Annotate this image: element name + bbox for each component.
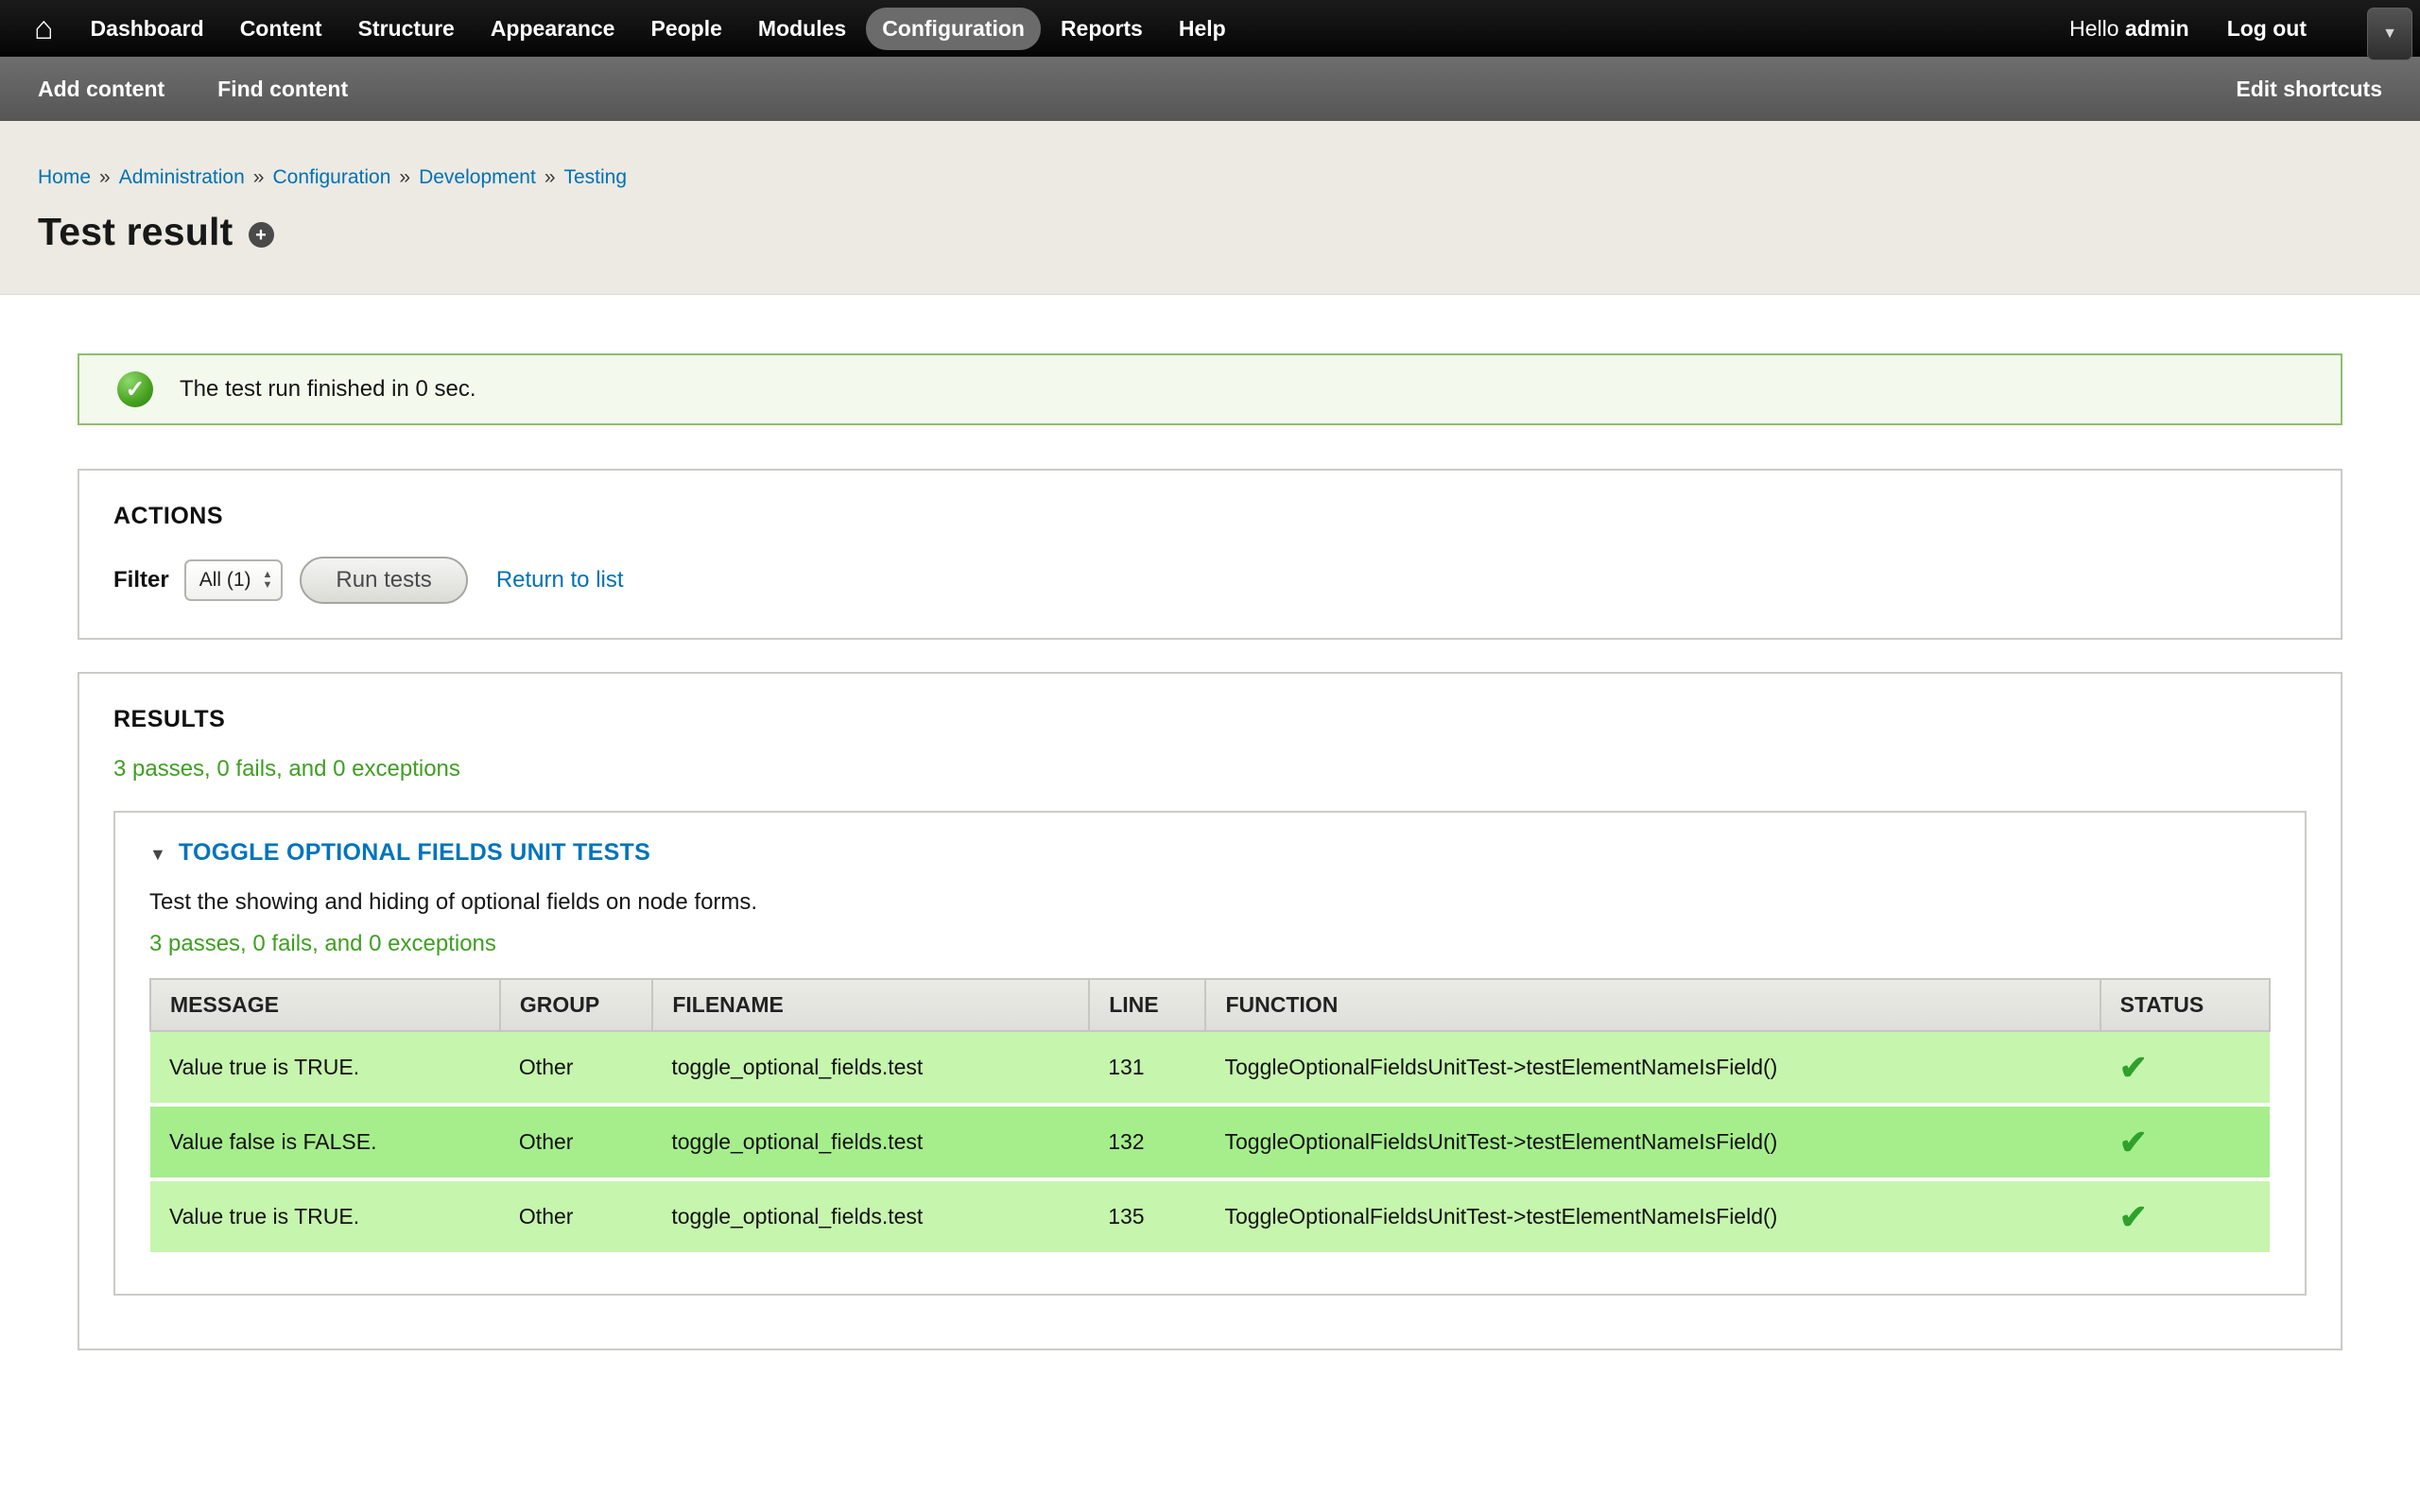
column-header-group: GROUP	[500, 979, 652, 1031]
status-pass-icon: ✔	[2100, 1179, 2270, 1254]
breadcrumb-link-home[interactable]: Home	[38, 166, 91, 189]
return-to-list-link[interactable]: Return to list	[496, 567, 624, 593]
cell-function: ToggleOptionalFieldsUnitTest->testElemen…	[1205, 1031, 2100, 1105]
toolbar-item-reports[interactable]: Reports	[1045, 8, 1159, 50]
run-tests-button[interactable]: Run tests	[300, 557, 467, 604]
success-check-icon: ✓	[117, 371, 153, 407]
add-shortcut-icon[interactable]: +	[249, 222, 274, 248]
test-group-description: Test the showing and hiding of optional …	[149, 889, 2271, 916]
cell-filename: toggle_optional_fields.test	[652, 1105, 1089, 1179]
test-group-title: TOGGLE OPTIONAL FIELDS UNIT TESTS	[179, 839, 650, 867]
toolbar-item-structure[interactable]: Structure	[342, 8, 471, 50]
test-group-legend[interactable]: ▼ TOGGLE OPTIONAL FIELDS UNIT TESTS	[149, 839, 2271, 867]
page-header: Home » Administration » Configuration » Develo…	[0, 121, 2420, 295]
cell-function: ToggleOptionalFieldsUnitTest->testElemen…	[1205, 1105, 2100, 1179]
home-icon[interactable]: ⌂	[34, 12, 54, 44]
breadcrumb: Home » Administration » Configuration » Develo…	[38, 166, 2382, 189]
results-legend: RESULTS	[113, 706, 2307, 733]
status-message-text: The test run finished in 0 sec.	[180, 376, 476, 403]
breadcrumb-separator: »	[99, 166, 111, 189]
greeting: Hello admin	[2069, 16, 2189, 42]
breadcrumb-link-development[interactable]: Development	[419, 166, 536, 189]
shortcut-links: Add content Find content	[38, 77, 348, 102]
toolbar-toggle-button[interactable]: ▼	[2367, 8, 2412, 60]
status-pass-icon: ✔	[2100, 1031, 2270, 1105]
title-row: Test result +	[38, 210, 2382, 254]
column-header-message: MESSAGE	[150, 979, 500, 1031]
table-row: Value true is TRUE.Othertoggle_optional_…	[150, 1179, 2270, 1254]
filter-row: Filter All (1) ▲ ▼ Run tests Return to l…	[113, 557, 2307, 604]
breadcrumb-link-testing[interactable]: Testing	[564, 166, 628, 189]
toolbar-item-modules[interactable]: Modules	[742, 8, 862, 50]
column-header-filename: FILENAME	[652, 979, 1089, 1031]
filter-select-value: All (1)	[199, 569, 251, 592]
status-message: ✓ The test run finished in 0 sec.	[78, 353, 2342, 425]
collapse-arrow-icon: ▼	[149, 846, 166, 863]
results-table-body: Value true is TRUE.Othertoggle_optional_…	[150, 1031, 2270, 1254]
cell-line: 132	[1089, 1105, 1205, 1179]
test-group-summary: 3 passes, 0 fails, and 0 exceptions	[149, 931, 2271, 957]
cell-filename: toggle_optional_fields.test	[652, 1179, 1089, 1254]
breadcrumb-separator: »	[544, 166, 556, 189]
cell-message: Value true is TRUE.	[150, 1031, 500, 1105]
filter-label: Filter	[113, 567, 169, 593]
results-table: MESSAGEGROUPFILENAMELINEFUNCTIONSTATUS V…	[149, 978, 2271, 1256]
cell-line: 131	[1089, 1031, 1205, 1105]
cell-group: Other	[500, 1179, 652, 1254]
plus-icon: +	[255, 226, 267, 245]
breadcrumb-separator: »	[399, 166, 410, 189]
toolbar-account-area: Hello admin Log out	[2069, 16, 2307, 42]
results-table-header-row: MESSAGEGROUPFILENAMELINEFUNCTIONSTATUS	[150, 979, 2270, 1031]
cell-group: Other	[500, 1031, 652, 1105]
greeting-prefix: Hello	[2069, 16, 2118, 41]
toolbar-item-help[interactable]: Help	[1163, 8, 1242, 50]
main-content: ✓ The test run finished in 0 sec. ACTION…	[0, 353, 2420, 1350]
arrow-down-icon: ▼	[263, 580, 273, 591]
edit-shortcuts-link[interactable]: Edit shortcuts	[2236, 77, 2382, 102]
breadcrumb-link-administration[interactable]: Administration	[119, 166, 245, 189]
results-fieldset: RESULTS 3 passes, 0 fails, and 0 excepti…	[78, 672, 2342, 1350]
actions-legend: ACTIONS	[113, 503, 2307, 530]
toolbar-item-appearance[interactable]: Appearance	[475, 8, 631, 50]
page-title: Test result	[38, 210, 233, 254]
admin-toolbar: ⌂ DashboardContentStructureAppearancePeo…	[0, 0, 2420, 57]
username: admin	[2125, 16, 2189, 41]
column-header-function: FUNCTION	[1205, 979, 2100, 1031]
cell-message: Value true is TRUE.	[150, 1179, 500, 1254]
filter-select[interactable]: All (1) ▲ ▼	[184, 559, 284, 601]
table-row: Value false is FALSE.Othertoggle_optiona…	[150, 1105, 2270, 1179]
column-header-status: STATUS	[2100, 979, 2270, 1031]
check-icon: ✓	[126, 375, 146, 404]
column-header-line: LINE	[1089, 979, 1205, 1031]
breadcrumb-separator: »	[253, 166, 265, 189]
cell-message: Value false is FALSE.	[150, 1105, 500, 1179]
toolbar-item-dashboard[interactable]: Dashboard	[75, 8, 220, 50]
shortcut-find-content[interactable]: Find content	[217, 77, 348, 102]
toolbar-item-configuration[interactable]: Configuration	[866, 8, 1041, 50]
toolbar-menu: DashboardContentStructureAppearancePeopl…	[73, 8, 1244, 50]
cell-group: Other	[500, 1105, 652, 1179]
cell-filename: toggle_optional_fields.test	[652, 1031, 1089, 1105]
test-group-fieldset: ▼ TOGGLE OPTIONAL FIELDS UNIT TESTS Test…	[113, 811, 2307, 1296]
shortcut-add-content[interactable]: Add content	[38, 77, 164, 102]
chevron-down-icon: ▼	[2382, 26, 2397, 43]
table-row: Value true is TRUE.Othertoggle_optional_…	[150, 1031, 2270, 1105]
logout-link[interactable]: Log out	[2227, 16, 2307, 42]
results-summary: 3 passes, 0 fails, and 0 exceptions	[113, 756, 2307, 782]
shortcut-bar: Add content Find content Edit shortcuts	[0, 57, 2420, 121]
cell-line: 135	[1089, 1179, 1205, 1254]
select-arrows-icon: ▲ ▼	[263, 570, 273, 591]
toolbar-item-people[interactable]: People	[634, 8, 737, 50]
toolbar-item-content[interactable]: Content	[224, 8, 338, 50]
status-pass-icon: ✔	[2100, 1105, 2270, 1179]
breadcrumb-link-configuration[interactable]: Configuration	[272, 166, 390, 189]
actions-fieldset: ACTIONS Filter All (1) ▲ ▼ Run tests Ret…	[78, 469, 2342, 640]
cell-function: ToggleOptionalFieldsUnitTest->testElemen…	[1205, 1179, 2100, 1254]
